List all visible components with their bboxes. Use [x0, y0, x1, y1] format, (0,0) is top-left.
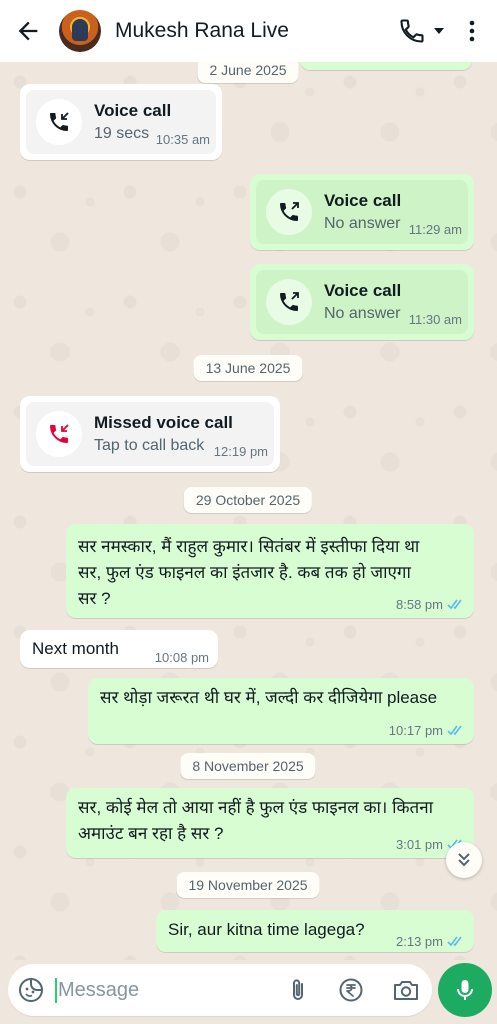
call-title: Voice call	[324, 281, 402, 300]
message-bubble[interactable]: सर नमस्कार, मैं राहुल कुमार। सितंबर में …	[66, 524, 474, 618]
contact-name[interactable]: Mukesh Rana Live	[115, 19, 289, 43]
chat-area[interactable]: 2 June 2025 Voice call 19 secs 10:35 am	[0, 62, 497, 960]
message-line: सर थोड़ा जरूरत थी घर में, जल्दी कर दीजिय…	[100, 688, 438, 707]
message-text: सर नमस्कार, मैं राहुल कुमार। सितंबर में …	[78, 534, 419, 612]
call-card: Voice call 19 secs 10:35 am	[26, 90, 216, 154]
call-back-hint: Tap to call back	[94, 437, 205, 454]
call-duration: 19 secs	[94, 125, 150, 142]
message-time: 3:01 pm	[396, 837, 443, 852]
avatar[interactable]	[59, 10, 101, 52]
call-status: No answer	[324, 215, 401, 232]
date-divider: 29 October 2025	[183, 487, 313, 513]
more-options-icon[interactable]	[462, 17, 482, 45]
call-time: 10:35 am	[155, 132, 210, 147]
missed-call-bubble[interactable]: Missed voice call Tap to call back 12:19…	[20, 396, 280, 472]
back-arrow-icon[interactable]	[14, 17, 42, 45]
message-bubble[interactable]: सर, कोई मेल तो आया नहीं है फुल एंड फाइनल…	[66, 788, 474, 858]
call-card: Missed voice call Tap to call back 12:19…	[26, 402, 274, 466]
read-receipt-icon	[447, 936, 462, 947]
call-log-bubble[interactable]: Voice call No answer 11:29 am	[250, 174, 474, 250]
call-icon	[36, 411, 82, 457]
double-chevron-down-icon	[458, 853, 470, 867]
message-composer	[8, 964, 432, 1016]
message-bubble[interactable]: Sir, aur kitna time lagega? 2:13 pm	[156, 910, 474, 952]
message-line: Next month	[32, 639, 119, 658]
message-bubble[interactable]: सर थोड़ा जरूरत थी घर में, जल्दी कर दीजिय…	[88, 678, 474, 744]
missed-call-icon	[50, 424, 69, 443]
message-text: Next month	[32, 636, 119, 662]
message-text: सर, कोई मेल तो आया नहीं है फुल एंड फाइनल…	[78, 795, 433, 847]
call-time: 11:30 am	[408, 312, 462, 327]
date-divider: 2 June 2025	[197, 62, 299, 83]
message-bubble[interactable]: Next month 10:08 pm	[20, 630, 218, 668]
message-line: सर ?	[78, 589, 111, 608]
call-title: Voice call	[94, 101, 172, 120]
phone-icon[interactable]	[398, 17, 426, 45]
microphone-icon	[457, 980, 473, 1000]
read-receipt-icon	[447, 599, 462, 610]
read-receipt-icon	[447, 725, 462, 736]
call-time: 11:29 am	[408, 222, 462, 237]
call-log-bubble[interactable]: Voice call No answer 11:30 am	[250, 264, 474, 340]
rupee-payment-icon[interactable]	[338, 977, 364, 1003]
chevron-down-icon[interactable]	[431, 23, 447, 39]
message-meta: 2:13 pm	[396, 934, 465, 949]
message-input[interactable]	[58, 974, 268, 1006]
call-status: No answer	[324, 305, 401, 322]
message-meta: 10:08 pm	[155, 650, 209, 665]
date-divider: 13 June 2025	[193, 355, 303, 381]
camera-icon[interactable]	[392, 977, 420, 1003]
call-time: 12:19 pm	[213, 444, 268, 459]
message-bubble-partial[interactable]	[300, 62, 472, 70]
call-card: Voice call No answer 11:29 am	[256, 180, 468, 244]
date-divider: 19 November 2025	[176, 872, 320, 898]
call-icon	[266, 279, 312, 325]
message-meta: 10:17 pm	[389, 723, 465, 738]
message-time: 10:08 pm	[154, 650, 209, 665]
message-line: Sir, aur kitna time lagega?	[168, 920, 365, 939]
message-time: 2:13 pm	[396, 934, 443, 949]
voice-message-button[interactable]	[438, 963, 492, 1017]
call-title: Voice call	[324, 191, 402, 210]
message-text: सर थोड़ा जरूरत थी घर में, जल्दी कर दीजिय…	[100, 685, 437, 711]
date-divider: 8 November 2025	[180, 753, 316, 779]
attachment-icon[interactable]	[286, 977, 312, 1003]
outgoing-call-icon	[280, 202, 299, 221]
call-log-bubble[interactable]: Voice call 19 secs 10:35 am	[20, 84, 222, 160]
message-time: 8:58 pm	[396, 597, 443, 612]
call-card: Voice call No answer 11:30 am	[256, 270, 468, 334]
message-time: 10:17 pm	[388, 723, 443, 738]
message-line: सर नमस्कार, मैं राहुल कुमार। सितंबर में …	[78, 537, 420, 556]
message-line: अमाउंट बन रहा है सर ?	[78, 824, 224, 843]
outgoing-call-icon	[280, 292, 299, 311]
chat-header: Mukesh Rana Live	[0, 0, 497, 62]
message-line: सर, कोई मेल तो आया नहीं है फुल एंड फाइनल…	[78, 798, 434, 817]
message-text: Sir, aur kitna time lagega?	[168, 917, 365, 943]
message-line: सर, फुल एंड फाइनल का इंतजार है. कब तक हो…	[78, 563, 411, 582]
text-cursor	[55, 978, 57, 1003]
call-icon	[266, 189, 312, 235]
message-meta: 8:58 pm	[396, 597, 465, 612]
scroll-to-bottom-button[interactable]	[446, 842, 482, 878]
incoming-call-icon	[50, 112, 69, 131]
call-title: Missed voice call	[94, 413, 233, 432]
sticker-icon[interactable]	[18, 977, 44, 1003]
call-icon	[36, 99, 82, 145]
